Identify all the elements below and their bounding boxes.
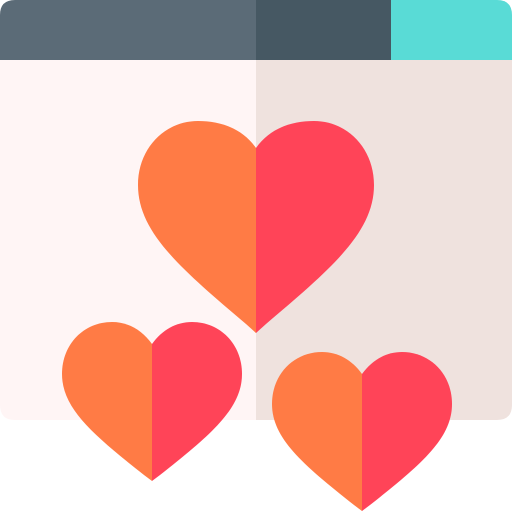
- icon-canvas: [0, 0, 512, 511]
- titlebar-right: [256, 0, 391, 60]
- bottom-right-heart-left-half: [272, 352, 362, 511]
- bottom-right-heart-icon: [272, 352, 452, 511]
- bottom-right-heart-right-half: [362, 352, 452, 511]
- bottom-left-heart-left-half: [62, 322, 152, 481]
- titlebar-accent-tab: [391, 0, 512, 60]
- bottom-left-heart-right-half: [152, 322, 242, 481]
- browser-window-hearts-icon: [0, 0, 512, 512]
- titlebar-left: [0, 0, 256, 60]
- bottom-left-heart-icon: [62, 322, 242, 481]
